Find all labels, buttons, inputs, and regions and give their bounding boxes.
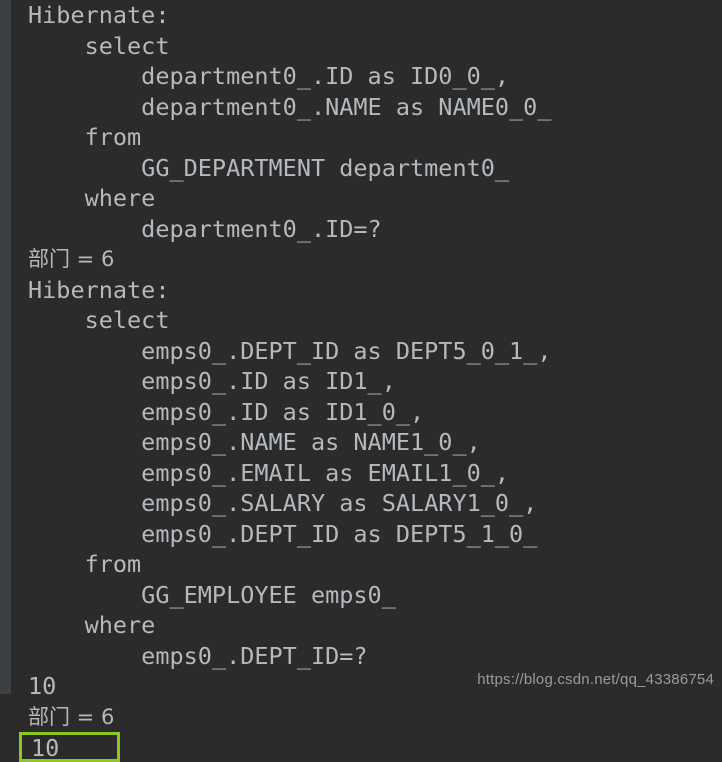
console-line: emps0_.EMAIL as EMAIL1_0_, [28, 458, 510, 487]
console-line: emps0_.ID as ID1_0_, [28, 397, 425, 426]
console-line: emps0_.ID as ID1_, [28, 367, 396, 395]
console-line: emps0_.DEPT_ID as DEPT5_0_1_, [28, 336, 552, 365]
console-line: emps0_.DEPT_ID as DEPT5_1_0_ [28, 519, 538, 548]
console-line: select [28, 31, 170, 60]
console-gutter-strip [0, 0, 11, 694]
console-line: where [28, 611, 156, 639]
console-pane: Hibernate: select department0_.ID as ID0… [0, 0, 722, 762]
console-line: emps0_.NAME as NAME1_0_, [28, 428, 481, 456]
console-line: from [28, 550, 142, 578]
console-line: emps0_.SALARY as SALARY1_0_, [28, 489, 538, 517]
console-line: 部门 = 6 [28, 704, 115, 729]
console-output-text[interactable]: Hibernate: select department0_.ID as ID0… [11, 0, 722, 762]
watermark-url: https://blog.csdn.net/qq_43386754 [477, 671, 714, 688]
console-line: department0_.ID=? [28, 214, 382, 243]
console-line: department0_.ID as ID0_0_, [28, 62, 510, 90]
console-line: Hibernate: [28, 1, 184, 29]
console-line: GG_EMPLOYEE emps0_ [28, 580, 396, 609]
console-line: Hibernate: [28, 275, 184, 304]
console-line: GG_DEPARTMENT department0_ [28, 153, 510, 182]
console-line: where [28, 184, 156, 212]
console-line: 部门 = 6 [28, 247, 115, 271]
console-line: from [28, 123, 142, 151]
highlighted-output-line: 10 [19, 732, 120, 762]
console-line: select [28, 306, 170, 334]
console-line: emps0_.DEPT_ID=? [28, 641, 368, 670]
console-line: department0_.NAME as NAME0_0_ [28, 92, 552, 121]
